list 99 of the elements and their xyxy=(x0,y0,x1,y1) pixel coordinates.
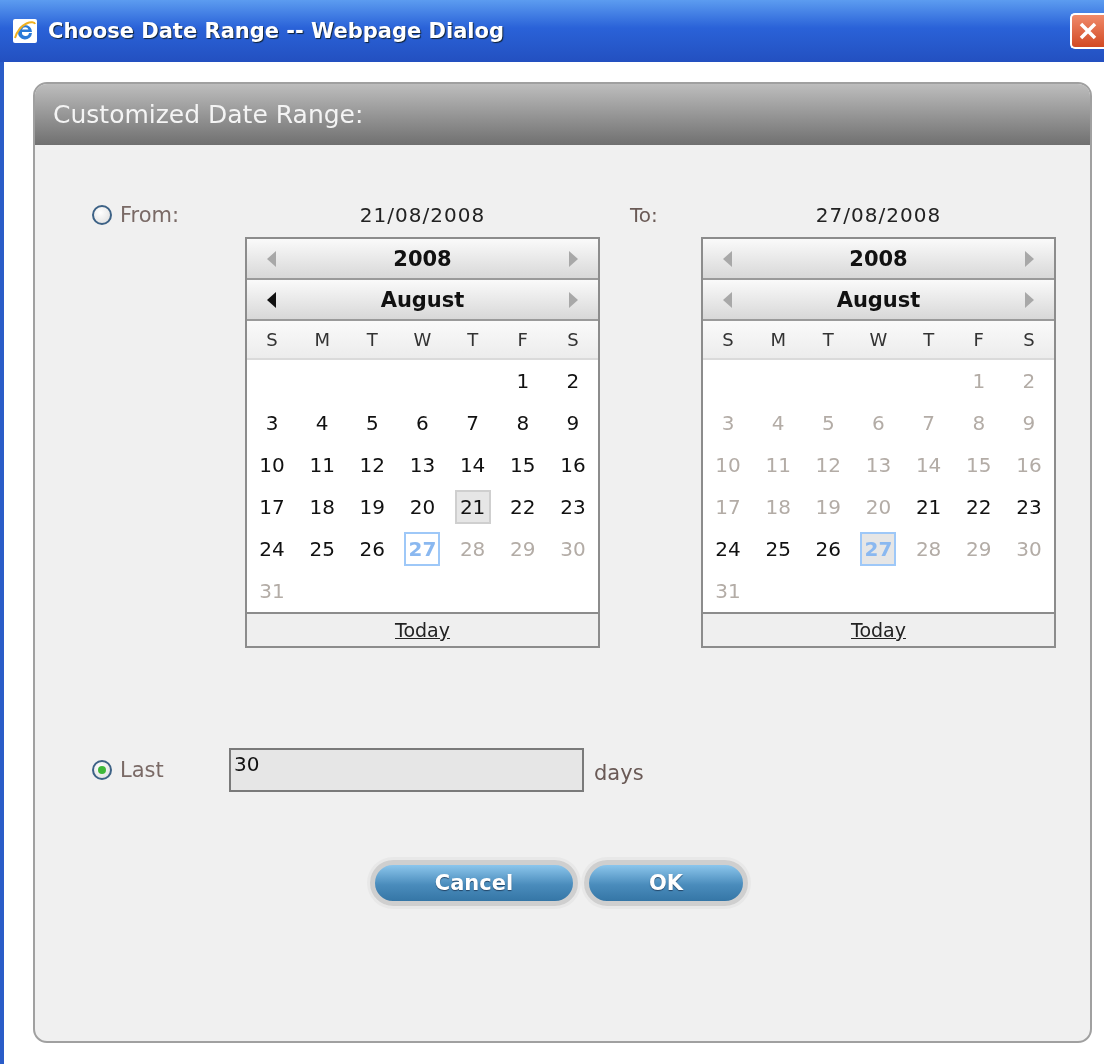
day-cell-text: 4 xyxy=(770,410,786,437)
day-cell-text: 29 xyxy=(965,536,993,563)
day-cell[interactable]: 7 xyxy=(454,406,491,440)
day-cell[interactable]: 9 xyxy=(554,406,591,440)
weekday-label: T xyxy=(466,329,480,350)
day-cell-text: 28 xyxy=(914,536,943,563)
weekday-label: T xyxy=(922,329,936,350)
weekday-label: S xyxy=(265,329,279,350)
option-label: Last xyxy=(120,758,164,782)
browser-icon xyxy=(12,18,38,44)
day-cell[interactable]: 2 xyxy=(554,364,591,398)
day-cell[interactable]: 4 xyxy=(304,406,341,440)
day-cell-text: 11 xyxy=(764,452,792,479)
day-cell[interactable]: 21 xyxy=(910,490,947,524)
day-cell-text: 14 xyxy=(914,452,943,479)
day-cell[interactable]: 22 xyxy=(504,490,541,524)
day-cell-text: 16 xyxy=(1015,452,1043,479)
weekday-label: T xyxy=(365,329,379,350)
previous-arrow-icon[interactable] xyxy=(267,291,276,308)
weekday-label: F xyxy=(972,329,985,350)
day-cell-text: 19 xyxy=(814,494,843,521)
weekday-label: S xyxy=(1022,329,1036,350)
day-cell[interactable]: 19 xyxy=(354,490,391,524)
date-value: 21/08/2008 xyxy=(359,203,486,229)
day-cell[interactable]: 23 xyxy=(554,490,591,524)
weekday-label: S xyxy=(566,329,580,350)
weekday-label: T xyxy=(821,329,835,350)
weekday-label: W xyxy=(412,329,433,350)
day-cell[interactable]: 17 xyxy=(254,490,291,524)
day-cell[interactable]: 25 xyxy=(304,532,341,566)
close-button[interactable] xyxy=(1070,13,1104,49)
next-arrow-icon[interactable] xyxy=(569,250,578,267)
to-label: To: xyxy=(630,203,659,227)
day-cell-text: 6 xyxy=(871,410,886,437)
day-cell[interactable]: 10 xyxy=(254,448,291,482)
date-value: 27/08/2008 xyxy=(815,203,942,229)
next-arrow-icon[interactable] xyxy=(569,291,578,308)
day-cell-text: 17 xyxy=(714,494,742,521)
day-cell-text: 15 xyxy=(965,452,993,479)
weekday-label: S xyxy=(721,329,735,350)
today-link[interactable]: Today xyxy=(395,619,450,641)
weekday-label: W xyxy=(868,329,889,350)
panel-title: Customized Date Range: xyxy=(53,100,364,129)
day-cell-text: 18 xyxy=(764,494,792,521)
day-cell[interactable]: 3 xyxy=(254,406,291,440)
window-title: Choose Date Range -- Webpage Dialog xyxy=(48,19,506,43)
next-arrow-icon[interactable] xyxy=(1025,291,1034,308)
days-input[interactable]: 30 xyxy=(229,748,584,792)
day-cell-text: 2 xyxy=(1021,368,1037,395)
day-cell[interactable]: 5 xyxy=(354,406,391,440)
next-arrow-icon[interactable] xyxy=(1025,250,1034,267)
weekday-label: F xyxy=(516,329,529,350)
day-cell-text: 20 xyxy=(864,494,893,521)
day-cell[interactable]: 21 xyxy=(454,490,491,524)
day-cell-text: 10 xyxy=(714,452,742,479)
weekday-label: M xyxy=(313,329,331,350)
day-cell[interactable]: 12 xyxy=(354,448,391,482)
day-cell[interactable]: 23 xyxy=(1010,490,1047,524)
day-cell[interactable]: 24 xyxy=(254,532,291,566)
today-link[interactable]: Today xyxy=(851,619,906,641)
day-cell-text: 12 xyxy=(814,452,843,479)
day-cell[interactable]: 15 xyxy=(504,448,541,482)
option-label: From: xyxy=(120,203,180,227)
day-cell-text: 30 xyxy=(1015,536,1043,563)
close-icon xyxy=(1079,22,1097,40)
day-cell[interactable]: 26 xyxy=(354,532,391,566)
weekday-label: M xyxy=(769,329,787,350)
day-cell-text: 8 xyxy=(971,410,987,437)
day-cell-text: 5 xyxy=(820,410,836,437)
unit-label: days xyxy=(594,761,644,785)
day-cell[interactable]: 26 xyxy=(810,532,847,566)
day-cell[interactable]: 8 xyxy=(504,406,541,440)
day-cell-text: 13 xyxy=(864,452,893,479)
day-cell-text: 31 xyxy=(258,578,286,605)
day-cell-text: 29 xyxy=(509,536,537,563)
day-cell[interactable]: 24 xyxy=(710,532,747,566)
day-cell-text: 28 xyxy=(458,536,487,563)
day-cell-text: 7 xyxy=(921,410,936,437)
day-cell[interactable]: 16 xyxy=(554,448,591,482)
day-cell[interactable]: 14 xyxy=(454,448,491,482)
radio-button[interactable] xyxy=(92,205,112,225)
month-label: August xyxy=(836,287,921,312)
day-cell[interactable]: 11 xyxy=(304,448,341,482)
month-label: August xyxy=(380,287,465,312)
day-cell[interactable]: 25 xyxy=(760,532,797,566)
day-cell[interactable]: 18 xyxy=(304,490,341,524)
day-cell[interactable]: 22 xyxy=(960,490,997,524)
radio-button[interactable] xyxy=(92,760,112,780)
day-cell-text: 9 xyxy=(1021,410,1037,437)
day-cell[interactable]: 1 xyxy=(504,364,541,398)
day-cell[interactable]: 20 xyxy=(404,490,441,524)
year-label: 2008 xyxy=(393,246,452,271)
day-cell-text: 30 xyxy=(559,536,587,563)
day-cell[interactable]: 6 xyxy=(404,406,441,440)
day-cell[interactable]: 13 xyxy=(404,448,441,482)
day-cell-text: 1 xyxy=(971,368,987,395)
day-cell-text: 3 xyxy=(720,410,736,437)
year-label: 2008 xyxy=(849,246,908,271)
day-cell-text: 31 xyxy=(714,578,742,605)
